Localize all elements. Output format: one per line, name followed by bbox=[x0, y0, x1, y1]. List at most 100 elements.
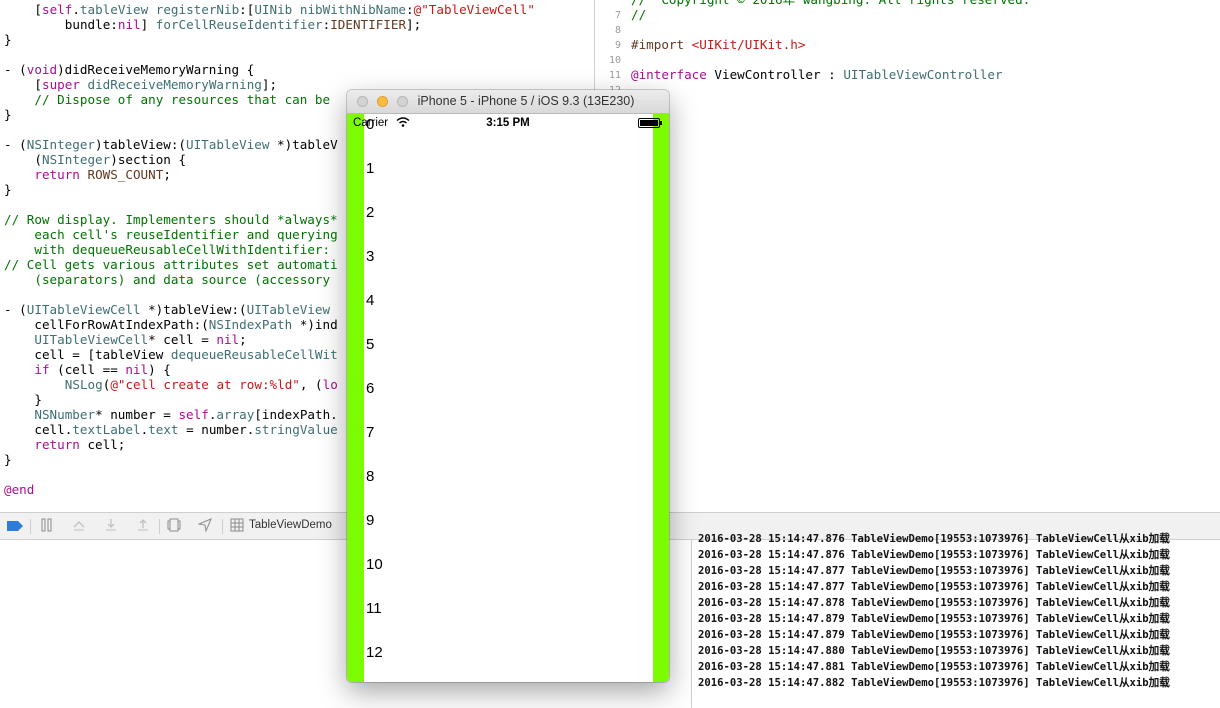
code-token: , ( bbox=[299, 377, 323, 392]
console-line: 2016-03-28 15:14:47.879 TableViewDemo[19… bbox=[698, 613, 1170, 625]
code-token: ]; bbox=[406, 17, 422, 32]
code-token: ; bbox=[239, 332, 247, 347]
table-cell-label[interactable]: 6 bbox=[366, 380, 374, 397]
code-token: #import bbox=[631, 37, 685, 52]
code-line: #import <UIKit/UIKit.h> bbox=[631, 37, 805, 52]
debug-bar-separator bbox=[159, 519, 160, 534]
table-cell-label[interactable]: 5 bbox=[366, 336, 374, 353]
code-token: (separators) and data source (accessory bbox=[34, 272, 331, 287]
debug-bar-separator bbox=[30, 519, 31, 534]
debug-bar-separator bbox=[222, 519, 223, 534]
code-token: * number = bbox=[95, 407, 179, 422]
table-cell-label[interactable]: 3 bbox=[366, 248, 374, 265]
step-into-icon[interactable] bbox=[104, 518, 118, 536]
code-token: :[ bbox=[239, 2, 255, 17]
console-line: 2016-03-28 15:14:47.879 TableViewDemo[19… bbox=[698, 629, 1170, 641]
code-line: // Copyright © 2016年 wangbing. All right… bbox=[631, 0, 1030, 7]
table-cell-label[interactable]: 2 bbox=[366, 204, 374, 221]
code-token: tableView bbox=[79, 2, 149, 17]
phone-screen[interactable]: 0 1 2 3 4 5 6 7 8 9 10 11 12 Carrier 3:15 PM bbox=[347, 114, 669, 682]
code-token: with dequeueReusableCellWithIdentifier: bbox=[34, 242, 331, 257]
code-line: cellForRowAtIndexPath:(NSIndexPath *)ind bbox=[34, 317, 337, 332]
code-token: // Row display. Implementers should *alw… bbox=[4, 212, 338, 227]
code-token: lo bbox=[322, 377, 338, 392]
code-token: - ( bbox=[4, 62, 27, 77]
code-token: . bbox=[72, 2, 80, 17]
code-token: <UIKit/UIKit.h> bbox=[691, 37, 806, 52]
simulator-titlebar[interactable]: iPhone 5 - iPhone 5 / iOS 9.3 (13E230) bbox=[347, 90, 669, 114]
right-code-editor[interactable]: // Copyright © 2016年 wangbing. All right… bbox=[595, 0, 1220, 512]
pause-icon[interactable] bbox=[40, 518, 54, 536]
status-bar: Carrier 3:15 PM bbox=[347, 114, 669, 134]
code-token: // Cell gets various attributes set auto… bbox=[4, 257, 338, 272]
table-cell-label[interactable]: 12 bbox=[366, 644, 383, 661]
code-token: stringValue bbox=[254, 422, 338, 437]
code-line: if (cell == nil) { bbox=[34, 362, 171, 377]
code-token: } bbox=[4, 32, 12, 47]
console-line: 2016-03-28 15:14:47.880 TableViewDemo[19… bbox=[698, 645, 1170, 657]
step-out-icon[interactable] bbox=[136, 518, 150, 536]
code-line: } bbox=[34, 392, 42, 407]
code-token: )section { bbox=[110, 152, 187, 167]
code-line: each cell's reuseIdentifier and querying bbox=[34, 227, 337, 242]
code-token: self bbox=[178, 407, 209, 422]
code-line: cell.textLabel.text = number.stringValue bbox=[34, 422, 337, 437]
code-line: with dequeueReusableCellWithIdentifier: bbox=[34, 242, 330, 257]
code-token: cell; bbox=[79, 437, 126, 452]
table-cell-label[interactable]: 7 bbox=[366, 424, 374, 441]
code-line: // Row display. Implementers should *alw… bbox=[4, 212, 338, 227]
view-hierarchy-icon[interactable] bbox=[167, 518, 181, 536]
step-over-icon[interactable] bbox=[72, 518, 86, 536]
code-token: - ( bbox=[4, 302, 27, 317]
code-token: } bbox=[4, 452, 12, 467]
code-token: @interface bbox=[631, 67, 707, 82]
code-line: cell = [tableView dequeueReusableCellWit bbox=[34, 347, 337, 362]
code-token: } bbox=[34, 392, 42, 407]
code-token: ( bbox=[34, 152, 42, 167]
code-token: nil bbox=[125, 362, 149, 377]
code-token: registerNib bbox=[155, 2, 240, 17]
code-token: forCellReuseIdentifier bbox=[155, 17, 323, 32]
table-view[interactable]: 0 1 2 3 4 5 6 7 8 9 10 11 12 bbox=[364, 114, 653, 682]
debug-scheme-label[interactable]: TableViewDemo bbox=[249, 519, 332, 531]
code-token: // Copyright © 2016年 wangbing. All right… bbox=[631, 0, 1030, 7]
simulator-window[interactable]: iPhone 5 - iPhone 5 / iOS 9.3 (13E230) 0… bbox=[347, 90, 669, 682]
code-token: UITableView bbox=[186, 137, 270, 152]
console-line: 2016-03-28 15:14:47.877 TableViewDemo[19… bbox=[698, 565, 1170, 577]
table-cell-label[interactable]: 8 bbox=[366, 468, 374, 485]
code-token: IDENTIFIER bbox=[330, 17, 407, 32]
code-token: UITableViewCell bbox=[34, 332, 149, 347]
table-cell-label[interactable]: 4 bbox=[366, 292, 374, 309]
code-line: // Dispose of any resources that can be bbox=[34, 92, 330, 107]
table-cell-label[interactable]: 9 bbox=[366, 512, 374, 529]
code-token: @"cell create at row:%ld" bbox=[110, 377, 300, 392]
code-token: if bbox=[34, 362, 50, 377]
code-line: } bbox=[4, 452, 12, 467]
code-token: ) { bbox=[148, 362, 171, 377]
code-line: } bbox=[4, 182, 12, 197]
line-number: 10 bbox=[608, 55, 621, 66]
clock-label: 3:15 PM bbox=[486, 117, 530, 129]
table-cell-label[interactable]: 11 bbox=[366, 600, 382, 617]
code-token: ] bbox=[140, 17, 156, 32]
code-line: (NSInteger)section { bbox=[34, 152, 186, 167]
console-line: 2016-03-28 15:14:47.881 TableViewDemo[19… bbox=[698, 661, 1170, 673]
code-token: } bbox=[4, 107, 12, 122]
code-line: bundle:nil] forCellReuseIdentifier:IDENT… bbox=[65, 17, 421, 32]
location-icon[interactable] bbox=[197, 518, 212, 536]
code-token: ]; bbox=[261, 77, 278, 92]
code-token: nil bbox=[216, 332, 240, 347]
code-token: [indexPath. bbox=[254, 407, 338, 422]
table-cell-label[interactable]: 10 bbox=[366, 556, 383, 573]
code-line: - (UITableViewCell *)tableView:(UITableV… bbox=[4, 302, 330, 317]
code-token: text bbox=[148, 422, 179, 437]
table-cell-label[interactable]: 1 bbox=[366, 160, 374, 177]
toggle-debug-area-icon[interactable] bbox=[6, 520, 24, 536]
code-token: UITableViewController bbox=[843, 67, 1003, 82]
code-token: * cell = bbox=[148, 332, 217, 347]
console-output[interactable]: 2016-03-28 15:14:47.876 TableViewDemo[19… bbox=[691, 533, 1220, 708]
code-token: )tableView:( bbox=[95, 137, 186, 152]
